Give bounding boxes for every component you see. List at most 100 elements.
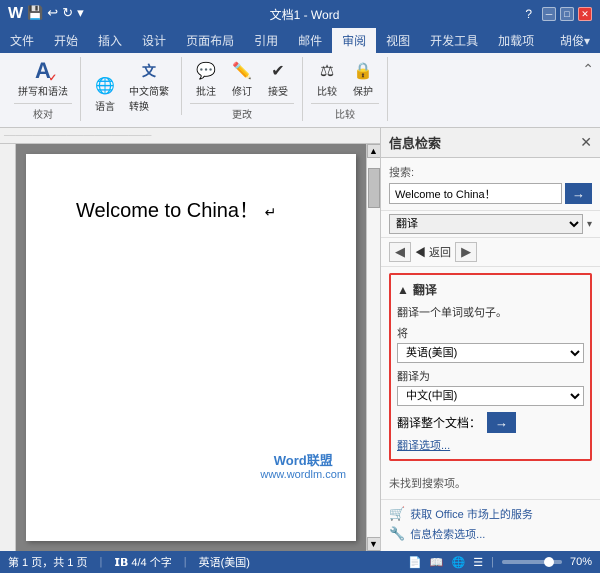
chinese-convert-btn[interactable]: 文 中文简繁转换 xyxy=(125,57,173,115)
view-web-btn[interactable]: 🌐 xyxy=(452,556,466,569)
from-language-select[interactable]: 英语(美国) xyxy=(397,343,584,363)
view-read-btn[interactable]: 📖 xyxy=(430,556,444,569)
to-language-select[interactable]: 中文(中国) xyxy=(397,386,584,406)
no-result-label: 未找到搜索项。 xyxy=(389,478,466,490)
changes-group-label: 更改 xyxy=(190,103,294,121)
vertical-scrollbar[interactable]: ▲ ▼ xyxy=(366,144,380,551)
research-options-btn[interactable]: 🔧 信息检索选项... xyxy=(389,526,592,542)
nav-back-btn[interactable]: ◀ xyxy=(389,242,411,262)
undo-quick-btn[interactable]: ↩ xyxy=(47,5,58,23)
tab-review[interactable]: 审阅 xyxy=(332,28,376,53)
close-btn[interactable]: ✕ xyxy=(578,7,592,21)
compare-group-label: 比较 xyxy=(311,103,379,121)
search-input[interactable] xyxy=(389,183,562,204)
scroll-up-btn[interactable]: ▲ xyxy=(367,144,381,158)
ribbon-group-items-4: ⚖ 比较 🔒 保护 xyxy=(311,57,379,100)
accept-btn[interactable]: ✔ 接受 xyxy=(262,57,294,100)
panel-close-btn[interactable]: ✕ xyxy=(580,134,592,151)
document-area: ────────────────────────── Welcome to Ch… xyxy=(0,128,380,551)
status-bar: 第 1 页，共 1 页 | 𝗜𝗕 4/4 个字 | 英语(美国) 📄 📖 🌐 ☰… xyxy=(0,551,600,573)
nav-back-label: ◀ 返回 xyxy=(415,244,451,260)
ribbon-group-proofreading: A✓ 拼写和语法 校对 xyxy=(6,57,81,121)
translate-doc-btn[interactable]: → xyxy=(487,412,516,433)
translate-type-select[interactable]: 翻译 xyxy=(389,214,583,234)
ribbon-group-items-2: 🌐 语言 文 中文简繁转换 xyxy=(89,57,173,115)
protect-label: 保护 xyxy=(353,83,373,98)
redo-quick-btn[interactable]: ↻ xyxy=(62,5,73,23)
horizontal-ruler: ────────────────────────── xyxy=(0,128,380,144)
tab-layout[interactable]: 页面布局 xyxy=(176,28,244,53)
translate-doc-label: 翻译整个文档： xyxy=(397,414,481,431)
zoom-slider[interactable] xyxy=(502,560,562,564)
minimize-btn[interactable]: － xyxy=(542,7,556,21)
ribbon-collapse-btn[interactable]: ⌃ xyxy=(582,61,594,78)
spelling-icon: A✓ xyxy=(31,59,55,83)
section-title-text: 翻译 xyxy=(413,281,437,298)
tab-developer[interactable]: 开发工具 xyxy=(420,28,488,53)
document-page[interactable]: Welcome to China！ ↵ Word联盟 www.wordlm.co… xyxy=(26,154,356,541)
language-label: 语言 xyxy=(95,98,115,113)
translate-from-row: 将 英语(美国) xyxy=(397,325,584,363)
search-btn[interactable]: → xyxy=(565,183,592,204)
main-area: ────────────────────────── Welcome to Ch… xyxy=(0,128,600,551)
research-options-label: 信息检索选项... xyxy=(410,526,485,542)
tab-insert[interactable]: 插入 xyxy=(88,28,132,53)
scroll-down-btn[interactable]: ▼ xyxy=(367,537,381,551)
info-panel: 信息检索 ✕ 搜索: → 翻译 ▾ ◀ ◀ 返回 ▶ ▲ 翻译 xyxy=(380,128,600,551)
tab-start[interactable]: 开始 xyxy=(44,28,88,53)
translate-options-link[interactable]: 翻译选项... xyxy=(397,437,584,453)
tab-user[interactable]: 胡俊▾ xyxy=(550,28,600,53)
help-btn[interactable]: ? xyxy=(525,7,532,21)
title-bar-right: ? － □ ✕ xyxy=(525,7,592,21)
save-quick-btn[interactable]: 💾 xyxy=(27,5,43,23)
tab-view[interactable]: 视图 xyxy=(376,28,420,53)
translate-section: ▲ 翻译 翻译一个单词或句子。 将 英语(美国) 翻译为 中文(中国) 翻译整个… xyxy=(389,273,592,461)
language-btn[interactable]: 🌐 语言 xyxy=(89,72,121,115)
nav-forward-btn[interactable]: ▶ xyxy=(455,242,477,262)
title-bar-left: W 💾 ↩ ↻ ▾ xyxy=(8,5,84,23)
ribbon-content: A✓ 拼写和语法 校对 🌐 语言 文 中文简繁转换 xyxy=(0,53,600,127)
spelling-grammar-btn[interactable]: A✓ 拼写和语法 xyxy=(14,57,72,100)
ribbon-group-items: A✓ 拼写和语法 xyxy=(14,57,72,100)
translate-to-row: 翻译为 中文(中国) xyxy=(397,368,584,406)
panel-header: 信息检索 ✕ xyxy=(381,128,600,158)
document-text: Welcome to China！ xyxy=(76,200,259,222)
get-services-btn[interactable]: 🛒 获取 Office 市场上的服务 xyxy=(389,506,592,522)
char-count-icon: 𝗜𝗕 xyxy=(114,556,128,569)
char-count: 𝗜𝗕 4/4 个字 xyxy=(114,554,171,570)
track-btn[interactable]: ✏️ 修订 xyxy=(226,57,258,100)
tab-file[interactable]: 文件 xyxy=(0,28,44,53)
no-result-text: 未找到搜索项。 xyxy=(381,467,600,500)
translate-doc-row: 翻译整个文档： → xyxy=(397,412,584,433)
maximize-btn[interactable]: □ xyxy=(560,7,574,21)
track-label: 修订 xyxy=(232,83,252,98)
word-logo: W xyxy=(8,5,23,23)
ribbon-group-language: 🌐 语言 文 中文简繁转换 xyxy=(81,57,182,115)
compare-btn[interactable]: ⚖ 比较 xyxy=(311,57,343,100)
comment-label: 批注 xyxy=(196,83,216,98)
zoom-level: 70% xyxy=(570,556,592,568)
scrollbar-thumb[interactable] xyxy=(368,168,380,208)
ribbon-group-items-3: 💬 批注 ✏️ 修订 ✔ 接受 xyxy=(190,57,294,100)
tab-addins[interactable]: 加载项 xyxy=(488,28,544,53)
comment-btn[interactable]: 💬 批注 xyxy=(190,57,222,100)
view-print-btn[interactable]: 📄 xyxy=(408,556,422,569)
view-outline-btn[interactable]: ☰ xyxy=(473,556,483,569)
language-icon: 🌐 xyxy=(93,74,117,98)
tab-mail[interactable]: 邮件 xyxy=(288,28,332,53)
tab-reference[interactable]: 引用 xyxy=(244,28,288,53)
tab-design[interactable]: 设计 xyxy=(132,28,176,53)
zoom-thumb[interactable] xyxy=(544,557,554,567)
research-options-icon: 🔧 xyxy=(389,526,405,542)
ribbon-group-comments: 💬 批注 ✏️ 修订 ✔ 接受 更改 xyxy=(182,57,303,121)
comment-icon: 💬 xyxy=(194,59,218,83)
panel-services: 🛒 获取 Office 市场上的服务 🔧 信息检索选项... xyxy=(381,500,600,552)
watermark: Word联盟 www.wordlm.com xyxy=(260,450,346,481)
search-row: → xyxy=(389,183,592,204)
accept-icon: ✔ xyxy=(266,59,290,83)
section-title: ▲ 翻译 xyxy=(397,281,584,298)
protect-btn[interactable]: 🔒 保护 xyxy=(347,57,379,100)
track-icon: ✏️ xyxy=(230,59,254,83)
language-status: 英语(美国) xyxy=(199,554,250,570)
scrollbar-track[interactable] xyxy=(367,158,381,537)
